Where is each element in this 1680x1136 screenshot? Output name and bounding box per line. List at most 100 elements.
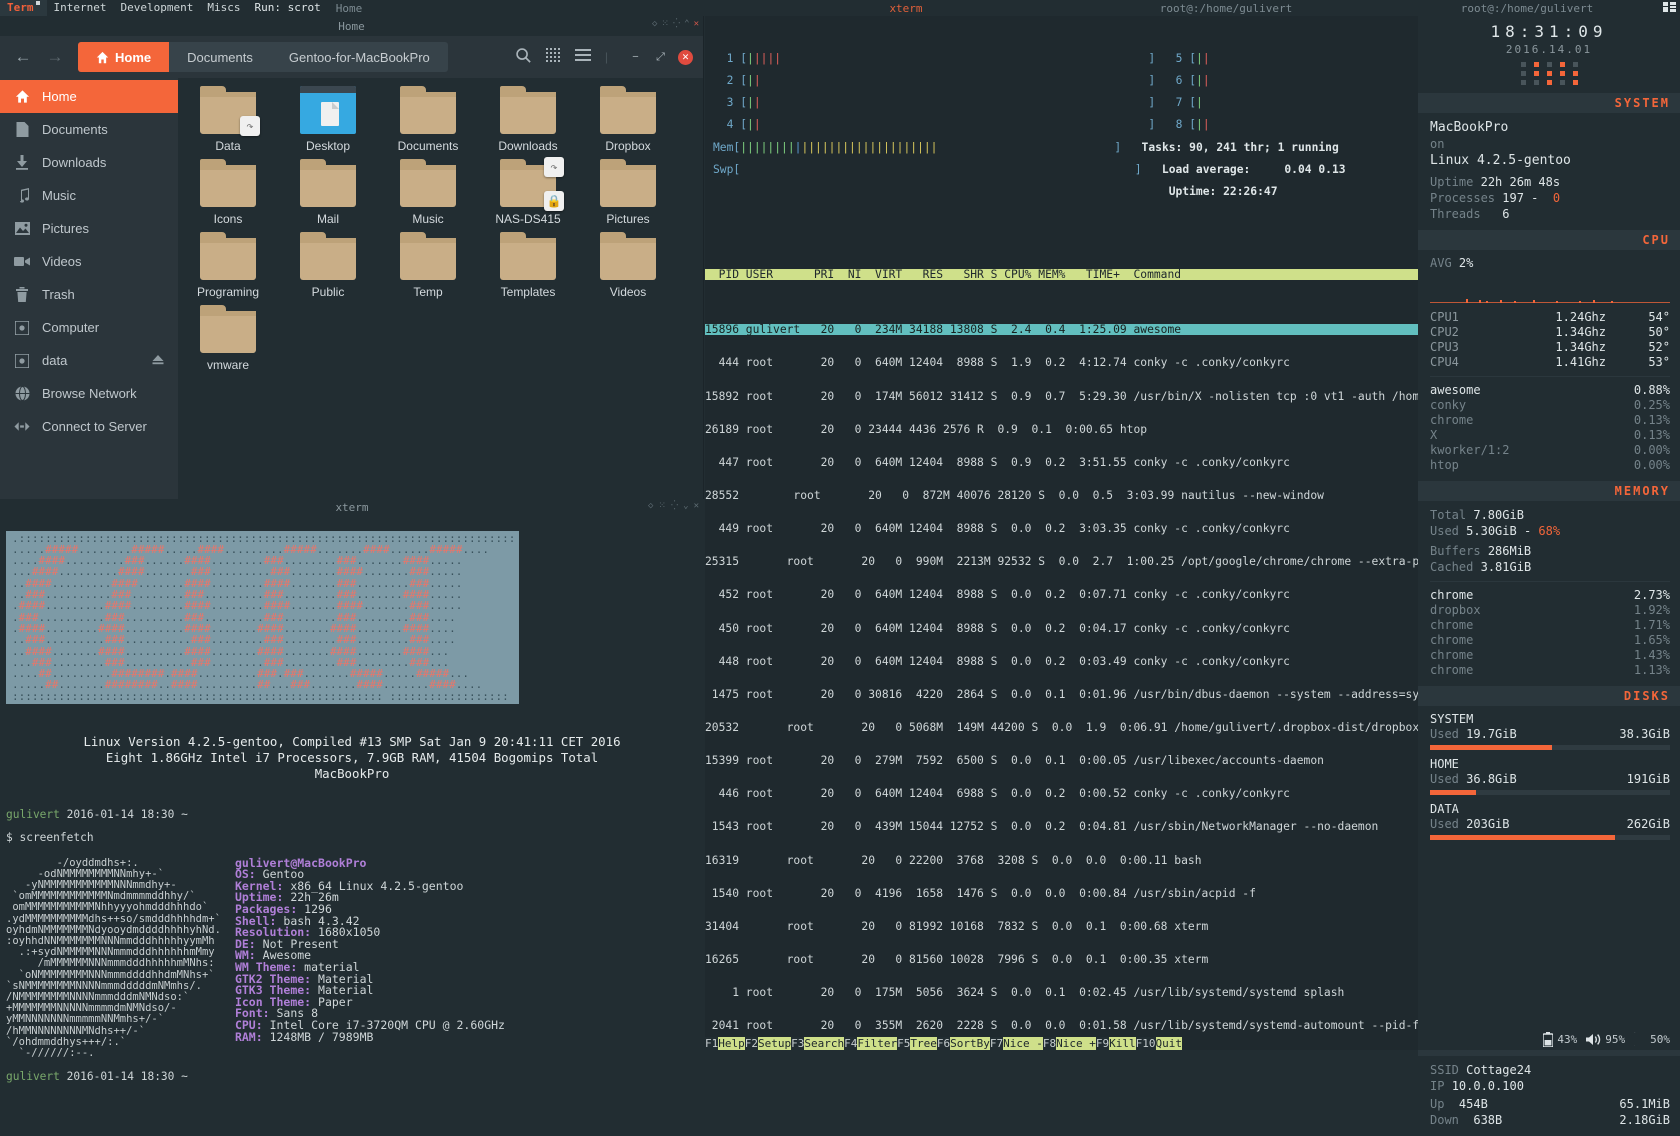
tag-development[interactable]: Development (113, 0, 200, 16)
htop-row[interactable]: 25315 root 20 0 990M 2213M 92532 S 0.0 2… (705, 556, 1418, 567)
htop-row[interactable]: 1475 root 20 0 30816 4220 2864 S 0.0 0.1… (705, 689, 1418, 700)
sidebar-item-connect-to-server[interactable]: Connect to Server (0, 410, 178, 443)
conky-disks-header: DISKS (1418, 686, 1680, 706)
fkey-label[interactable]: Search (804, 1037, 844, 1050)
file-item-temp[interactable]: Temp (378, 234, 478, 299)
file-item-documents[interactable]: Documents (378, 88, 478, 153)
htop-row[interactable]: 452 root 20 0 640M 12404 8988 S 0.0 0.2 … (705, 589, 1418, 600)
maximize-button[interactable]: ⤢ (653, 50, 668, 65)
fkey-label[interactable]: Filter (857, 1037, 897, 1050)
htop-row[interactable]: 31404 root 20 0 81992 10168 7832 S 0.0 0… (705, 921, 1418, 932)
breadcrumb-gentoo[interactable]: Gentoo-for-MacBookPro (271, 42, 448, 72)
search-icon[interactable] (515, 47, 532, 68)
htop-row[interactable]: 15399 root 20 0 279M 7592 6500 S 0.0 0.1… (705, 755, 1418, 766)
menu-icon[interactable] (575, 48, 591, 66)
file-item-programing[interactable]: Programing (178, 234, 278, 299)
htop-row[interactable]: 15892 root 20 0 174M 56012 31412 S 0.9 0… (705, 391, 1418, 402)
ontop-icon[interactable]: ⁛ (673, 19, 680, 29)
fkey-label[interactable]: Nice - (1003, 1037, 1043, 1050)
file-item-music[interactable]: Music (378, 161, 478, 226)
close-icon[interactable]: ✕ (694, 19, 699, 29)
battery-widget[interactable]: 43% (1543, 1032, 1577, 1047)
file-item-dropbox[interactable]: Dropbox (578, 88, 678, 153)
disk-item: DATA Used 203GiB262GiB (1430, 802, 1670, 840)
file-item-templates[interactable]: Templates (478, 234, 578, 299)
sticky-icon[interactable]: ⁙ (661, 19, 669, 29)
file-item-downloads[interactable]: Downloads (478, 88, 578, 153)
layout-icon[interactable] (1658, 2, 1680, 15)
xterm-window[interactable]: xterm ◇ ⁙ ⁛ ⌄ ✕ .:::::::::::::::::::::::… (0, 499, 704, 1050)
close-icon[interactable]: ✕ (694, 501, 699, 511)
htop-row[interactable]: 1 root 20 0 175M 5056 3624 S 0.0 0.1 0:0… (705, 987, 1418, 998)
htop-row[interactable]: 444 root 20 0 640M 12404 8988 S 1.9 0.2 … (705, 357, 1418, 368)
fkey-label[interactable]: Quit (1156, 1037, 1183, 1050)
banner-line-1: Linux Version 4.2.5-gentoo, Compiled #13… (83, 734, 620, 749)
htop-row[interactable]: 20532 root 20 0 5068M 149M 44200 S 0.0 1… (705, 722, 1418, 733)
fkey-label[interactable]: Setup (758, 1037, 791, 1050)
clock-time: 18:31:09 (1418, 22, 1680, 41)
grid-view-icon[interactable] (546, 48, 561, 67)
htop-row[interactable]: 16265 root 20 0 81560 10028 7996 S 0.0 0… (705, 954, 1418, 965)
file-item-public[interactable]: Public (278, 234, 378, 299)
sidebar-item-computer[interactable]: Computer (0, 311, 178, 344)
prompt-box[interactable]: Run: scrot (247, 0, 327, 16)
htop-row[interactable]: 26189 root 20 0 23444 4436 2576 R 0.9 0.… (705, 424, 1418, 435)
sidebar-item-pictures[interactable]: Pictures (0, 212, 178, 245)
fkey-label[interactable]: Kill (1109, 1037, 1136, 1050)
tag-miscs[interactable]: Miscs (200, 0, 247, 16)
brightness-widget[interactable]: 50% (1634, 1032, 1670, 1046)
fkey-label[interactable]: Tree (910, 1037, 937, 1050)
htop-window[interactable]: 1 [||||| ] 5 [|| ] 2 [|| ] 6 [|| (705, 16, 1418, 1050)
file-item-data[interactable]: ↷ Data (178, 88, 278, 153)
close-button[interactable]: ✕ (678, 50, 693, 65)
sidebar-item-downloads[interactable]: Downloads (0, 146, 178, 179)
file-item-pictures[interactable]: Pictures (578, 161, 678, 226)
htop-process-list[interactable]: 15896 gulivert 20 0 234M 34188 13808 S 2… (705, 302, 1418, 1050)
htop-row[interactable]: 446 root 20 0 640M 12404 6988 S 0.0 0.2 … (705, 788, 1418, 799)
htop-row[interactable]: 16319 root 20 0 22200 3768 3208 S 0.0 0.… (705, 855, 1418, 866)
breadcrumb-home[interactable]: Home (78, 42, 169, 72)
htop-row[interactable]: 28552 root 20 0 872M 40076 28120 S 0.0 0… (705, 490, 1418, 501)
file-item-nas-ds415[interactable]: ↷ 🔒 NAS-DS415 (478, 161, 578, 226)
htop-row[interactable]: 449 root 20 0 640M 12404 8988 S 0.0 0.2 … (705, 523, 1418, 534)
window-title-xterm: xterm (756, 2, 1056, 15)
fkey-label[interactable]: SortBy (950, 1037, 990, 1050)
sidebar-item-home[interactable]: Home (0, 80, 178, 113)
file-item-desktop[interactable]: Desktop (278, 88, 378, 153)
sidebar-item-music[interactable]: Music (0, 179, 178, 212)
eject-icon[interactable] (152, 354, 164, 368)
volume-widget[interactable]: 95% (1586, 1033, 1625, 1046)
forward-icon[interactable]: → (42, 44, 68, 70)
htop-row[interactable]: 2041 root 20 0 355M 2620 2228 S 0.0 0.0 … (705, 1020, 1418, 1031)
sticky-icon[interactable]: ⁙ (658, 501, 666, 511)
trash-icon (14, 287, 30, 303)
fkey-label[interactable]: Help (718, 1037, 745, 1050)
float-icon[interactable]: ◇ (652, 19, 657, 29)
sidebar-item-data[interactable]: data (0, 344, 178, 377)
htop-row[interactable]: 448 root 20 0 640M 12404 8988 S 0.0 0.2 … (705, 656, 1418, 667)
htop-row[interactable]: 1540 root 20 0 4196 1658 1476 S 0.0 0.0 … (705, 888, 1418, 899)
sidebar-item-videos[interactable]: Videos (0, 245, 178, 278)
file-item-mail[interactable]: Mail (278, 161, 378, 226)
htop-row[interactable]: 447 root 20 0 640M 12404 8988 S 0.9 0.2 … (705, 457, 1418, 468)
fkey-label[interactable]: Nice + (1056, 1037, 1096, 1050)
htop-row[interactable]: 450 root 20 0 640M 12404 8988 S 0.0 0.2 … (705, 623, 1418, 634)
file-item-vmware[interactable]: vmware (178, 307, 278, 372)
file-item-icons[interactable]: Icons (178, 161, 278, 226)
breadcrumb-documents[interactable]: Documents (169, 42, 271, 72)
sidebar-item-browse-network[interactable]: Browse Network (0, 377, 178, 410)
tag-internet[interactable]: Internet (47, 0, 114, 16)
minimize-icon[interactable]: ⌄ (683, 501, 688, 511)
ontop-icon[interactable]: ⁛ (671, 501, 678, 511)
file-item-videos[interactable]: Videos (578, 234, 678, 299)
proc-name: dropbox (1430, 603, 1481, 618)
minimize-button[interactable]: − (628, 50, 643, 65)
float-icon[interactable]: ◇ (648, 501, 653, 511)
sidebar-item-trash[interactable]: Trash (0, 278, 178, 311)
back-icon[interactable]: ← (10, 44, 36, 70)
htop-row[interactable]: 1543 root 20 0 439M 15044 12752 S 0.0 0.… (705, 821, 1418, 832)
htop-row-selected[interactable]: 15896 gulivert 20 0 234M 34188 13808 S 2… (705, 324, 1418, 335)
tag-term[interactable]: Term (0, 0, 47, 16)
maximize-icon[interactable]: ⌃ (684, 19, 689, 29)
sidebar-item-documents[interactable]: Documents (0, 113, 178, 146)
